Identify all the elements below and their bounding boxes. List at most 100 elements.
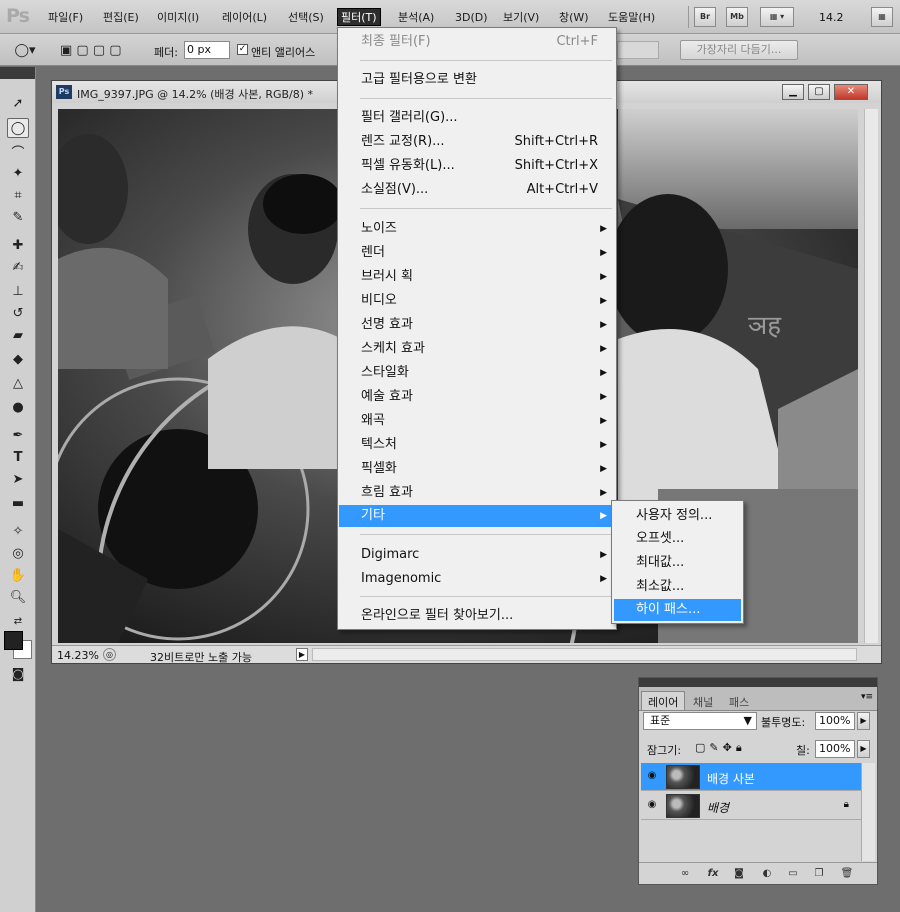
hand-icon[interactable]: ✋ <box>7 565 29 585</box>
menu-view[interactable]: 보기(V) <box>500 9 542 27</box>
menu-item-imagenomic[interactable]: Imagenomic ▶ <box>339 568 615 590</box>
trash-icon[interactable]: 🗑︎ <box>839 866 855 882</box>
layers-scrollbar[interactable] <box>861 763 875 861</box>
blur-icon[interactable]: △ <box>7 373 29 393</box>
menu-edit[interactable]: 편집(E) <box>100 9 142 27</box>
menu-item-video[interactable]: 비디오 ▶ <box>339 290 615 312</box>
eye-icon[interactable]: ◉ <box>645 770 659 784</box>
tab-paths[interactable]: 패스 <box>723 692 755 711</box>
magic-wand-icon[interactable]: ✦ <box>7 163 29 183</box>
status-menu-icon[interactable]: ◎ <box>103 648 116 661</box>
menu-item-stylize[interactable]: 스타일화 ▶ <box>339 362 615 384</box>
3d-rotate-icon[interactable]: ✧ <box>7 521 29 541</box>
adjustment-icon[interactable]: ◐ <box>759 866 775 882</box>
marquee-preset-icon[interactable]: ◯▾ <box>14 40 36 60</box>
menu-item-other[interactable]: 기타 ▶ <box>339 505 615 527</box>
paint-bucket-icon[interactable]: ◆ <box>7 349 29 369</box>
screen-mode-button[interactable]: ▦ <box>871 7 893 27</box>
menu-item-smart-filters[interactable]: 고급 필터용으로 변환 <box>339 69 615 91</box>
fill-input[interactable]: 100% <box>815 740 855 758</box>
fill-slider-arrow-icon[interactable]: ▶ <box>857 740 870 758</box>
menu-filter[interactable]: 필터(T) <box>337 8 381 26</box>
zoom-percentage[interactable]: 14.23% <box>57 649 99 662</box>
menu-item-browse-online[interactable]: 온라인으로 필터 찾아보기... <box>339 605 615 627</box>
menu-item-blur[interactable]: 흐림 효과 ▶ <box>339 482 615 504</box>
opacity-slider-arrow-icon[interactable]: ▶ <box>857 712 870 730</box>
menu-item-digimarc[interactable]: Digimarc ▶ <box>339 544 615 566</box>
maximize-icon[interactable]: ▢ <box>808 84 830 100</box>
antialias-checkbox[interactable]: ✓ <box>237 44 248 55</box>
eye-icon[interactable]: ◉ <box>645 799 659 813</box>
new-layer-icon[interactable]: ❐ <box>811 866 827 882</box>
panel-grip[interactable] <box>0 67 35 79</box>
crop-icon[interactable]: ⌗ <box>7 185 29 205</box>
close-icon[interactable]: ✕ <box>834 84 868 100</box>
tab-layers[interactable]: 레이어 <box>641 691 686 710</box>
swap-colors-icon[interactable]: ⇄ <box>7 611 29 631</box>
menu-analysis[interactable]: 분석(A) <box>395 9 437 27</box>
selection-mode-icons[interactable]: ▣ ▢ ▢ ▢ <box>60 40 140 60</box>
zoom-icon[interactable]: 🔍︎ <box>7 587 29 607</box>
bridge-button[interactable]: Br <box>694 7 716 27</box>
menu-item-liquify[interactable]: 픽셀 유동화(L)... Shift+Ctrl+X <box>339 155 615 177</box>
menu-item-pixelate[interactable]: 픽셀화 ▶ <box>339 458 615 480</box>
fx-icon[interactable]: fx <box>705 866 721 882</box>
panel-menu-icon[interactable]: ▾≡ <box>861 692 873 702</box>
rectangle-shape-icon[interactable]: ▬ <box>7 493 29 513</box>
healing-brush-icon[interactable]: ✚ <box>7 235 29 255</box>
eraser-icon[interactable]: ▰ <box>7 325 29 345</box>
lasso-icon[interactable]: ⌒ <box>7 141 29 161</box>
panel-grip[interactable] <box>639 678 877 687</box>
submenu-item-offset[interactable]: 오프셋... <box>614 528 741 550</box>
opacity-input[interactable]: 100% <box>815 712 855 730</box>
menu-item-artistic[interactable]: 예술 효과 ▶ <box>339 386 615 408</box>
clone-stamp-icon[interactable]: ⊥ <box>7 281 29 301</box>
3d-orbit-icon[interactable]: ◎ <box>7 543 29 563</box>
menu-file[interactable]: 파일(F) <box>45 9 86 27</box>
menu-item-filter-gallery[interactable]: 필터 갤러리(G)... <box>339 107 615 129</box>
menu-window[interactable]: 창(W) <box>556 9 592 27</box>
submenu-item-high-pass[interactable]: 하이 패스... <box>614 599 741 621</box>
dodge-icon[interactable]: ● <box>7 397 29 417</box>
move-tool-icon[interactable]: ➚ <box>7 93 29 113</box>
submenu-item-custom[interactable]: 사용자 정의... <box>614 505 741 527</box>
mini-bridge-button[interactable]: Mb <box>726 7 748 27</box>
menu-item-noise[interactable]: 노이즈 ▶ <box>339 218 615 240</box>
quick-mask-icon[interactable]: ◙ <box>7 664 29 684</box>
menu-layer[interactable]: 레이어(L) <box>219 9 270 27</box>
menu-item-brush-strokes[interactable]: 브러시 획 ▶ <box>339 266 615 288</box>
arrange-documents-button[interactable]: ▦ ▾ <box>760 7 794 27</box>
menu-item-distort[interactable]: 왜곡 ▶ <box>339 410 615 432</box>
horizontal-scrollbar[interactable] <box>312 648 857 661</box>
layer-row[interactable]: ◉ 배경 🔒︎ <box>641 792 861 820</box>
path-selection-icon[interactable]: ➤ <box>7 469 29 489</box>
status-arrow-icon[interactable]: ▶ <box>296 648 308 661</box>
menu-item-sharpen[interactable]: 선명 효과 ▶ <box>339 314 615 336</box>
menu-image[interactable]: 이미지(I) <box>154 9 202 27</box>
type-icon[interactable]: T <box>7 447 29 467</box>
vertical-scrollbar[interactable] <box>864 109 878 643</box>
tab-channels[interactable]: 채널 <box>687 692 719 711</box>
refine-edge-button[interactable]: 가장자리 다듬기... <box>680 40 798 60</box>
menu-item-sketch[interactable]: 스케치 효과 ▶ <box>339 338 615 360</box>
menu-item-texture[interactable]: 텍스처 ▶ <box>339 434 615 456</box>
minimize-icon[interactable]: ▁ <box>782 84 804 100</box>
menu-item-render[interactable]: 렌더 ▶ <box>339 242 615 264</box>
foreground-color-swatch[interactable] <box>4 631 23 650</box>
group-icon[interactable]: ▭ <box>785 866 801 882</box>
zoom-level[interactable]: 14.2 <box>819 11 844 24</box>
layer-row[interactable]: ◉ 배경 사본 <box>641 763 861 791</box>
lock-icons[interactable]: ▢✎✥🔒︎ <box>695 741 746 755</box>
feather-input[interactable]: 0 px <box>184 41 230 59</box>
blend-mode-select[interactable]: 표준 ▼ <box>643 712 757 730</box>
elliptical-marquee-icon[interactable]: ◯ <box>7 118 29 138</box>
menu-item-vanishing-point[interactable]: 소실점(V)... Alt+Ctrl+V <box>339 179 615 201</box>
mask-icon[interactable]: ◙ <box>731 866 747 882</box>
menu-select[interactable]: 선택(S) <box>285 9 327 27</box>
menu-help[interactable]: 도움말(H) <box>605 9 658 27</box>
link-icon[interactable]: ∞ <box>677 866 693 882</box>
brush-icon[interactable]: ✍ <box>7 257 29 277</box>
eyedropper-icon[interactable]: ✎ <box>7 207 29 227</box>
pen-icon[interactable]: ✒ <box>7 425 29 445</box>
submenu-item-maximum[interactable]: 최대값... <box>614 552 741 574</box>
